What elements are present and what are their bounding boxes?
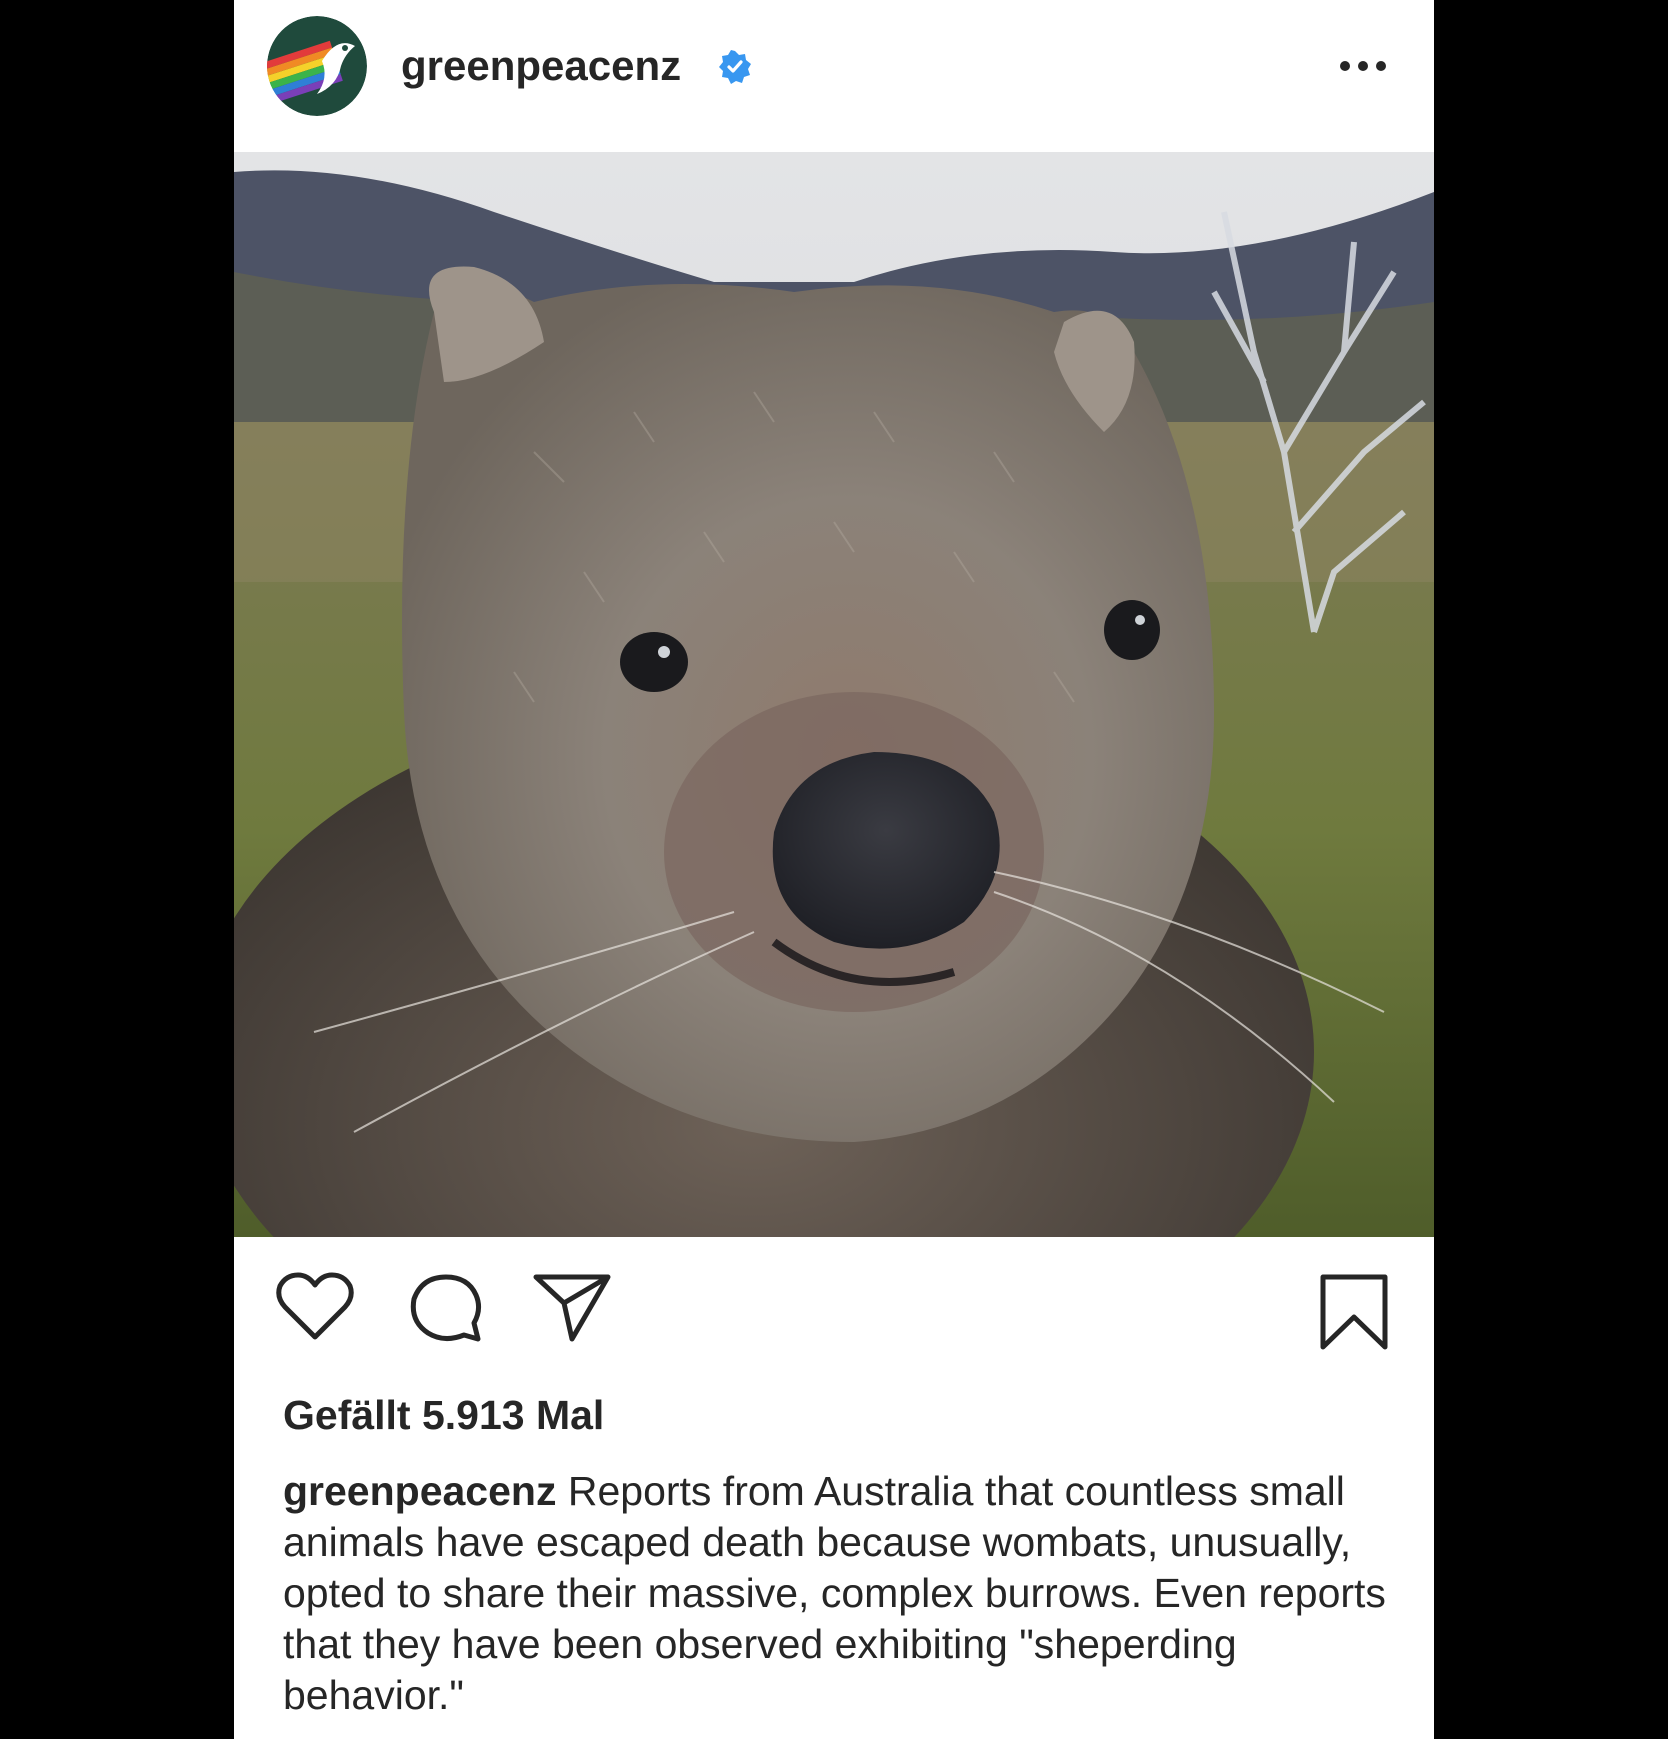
instagram-post: greenpeacenz Gefällt 5.913 Mal greenpeac… — [234, 0, 1434, 1739]
likes-count[interactable]: Gefällt 5.913 Mal — [283, 1390, 604, 1440]
post-header: greenpeacenz — [234, 0, 1434, 150]
verified-badge-icon — [718, 50, 752, 84]
profile-avatar[interactable] — [267, 16, 367, 116]
more-options-icon[interactable] — [1334, 50, 1394, 82]
heart-icon[interactable] — [276, 1271, 354, 1341]
post-photo-wombat[interactable] — [234, 152, 1434, 1237]
share-icon[interactable] — [532, 1271, 612, 1343]
post-caption: greenpeacenz Reports from Australia that… — [283, 1466, 1403, 1721]
post-username[interactable]: greenpeacenz — [401, 40, 681, 92]
post-actions — [234, 1237, 1434, 1367]
comment-icon[interactable] — [408, 1271, 484, 1343]
bookmark-icon[interactable] — [1319, 1273, 1389, 1351]
caption-username[interactable]: greenpeacenz — [283, 1468, 556, 1514]
